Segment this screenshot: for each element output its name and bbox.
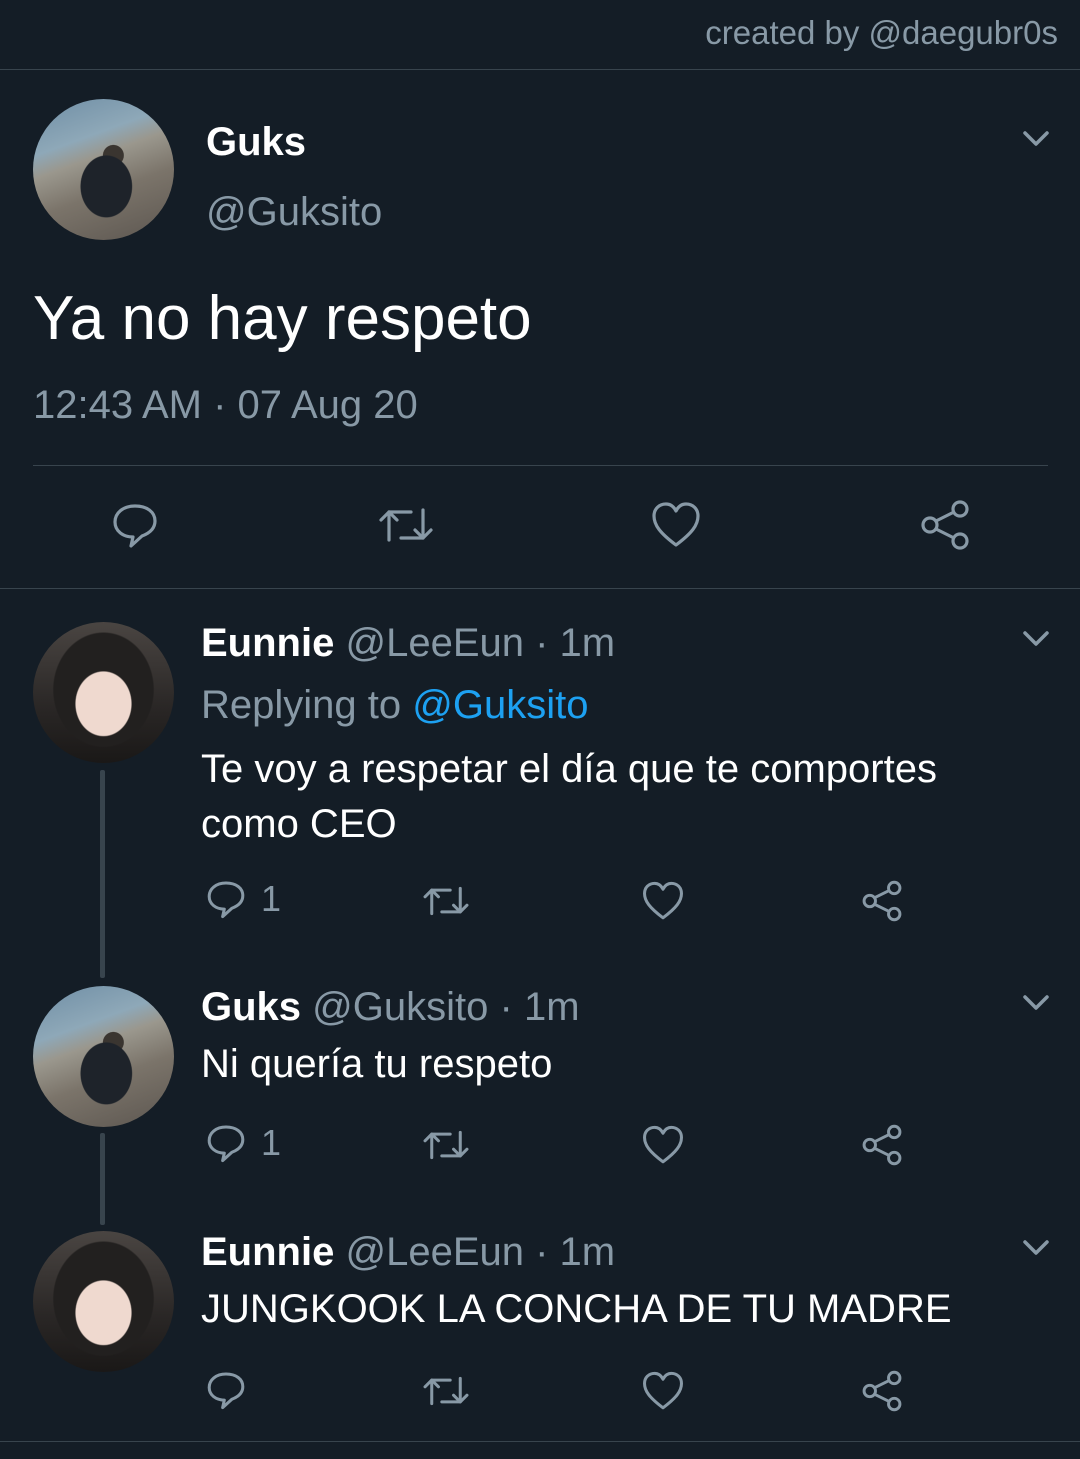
- author-name[interactable]: Eunnie: [201, 1230, 334, 1274]
- share-icon: [921, 500, 969, 550]
- tweet-text: Ni quería tu respeto: [201, 1042, 553, 1086]
- divider: [0, 1441, 1080, 1442]
- tweet-time: · 1m: [535, 621, 616, 665]
- thread-line: [100, 770, 105, 978]
- author-line: Eunnie @LeeEun · 1m: [201, 1230, 615, 1275]
- reply-icon: [207, 881, 245, 919]
- like-button[interactable]: [641, 1370, 685, 1412]
- like-button[interactable]: [650, 500, 702, 550]
- tweet-timestamp: 12:43 AM · 07 Aug 20: [33, 383, 418, 427]
- chevron-down-icon[interactable]: [1022, 130, 1050, 148]
- share-icon: [862, 1370, 902, 1412]
- retweet-button[interactable]: [420, 1124, 472, 1166]
- share-button[interactable]: [918, 500, 972, 550]
- retweet-button[interactable]: [375, 500, 437, 550]
- author-handle[interactable]: @LeeEun: [345, 621, 524, 665]
- reply-count: 1: [261, 878, 282, 919]
- reply-button[interactable]: 1: [205, 878, 281, 920]
- tweet-time: · 1m: [499, 985, 580, 1029]
- heart-icon: [652, 502, 700, 547]
- share-button[interactable]: [860, 1124, 904, 1166]
- reply-button[interactable]: [205, 1369, 247, 1411]
- author-name[interactable]: Eunnie: [201, 621, 334, 665]
- author-name[interactable]: Guks: [201, 985, 301, 1029]
- credit-text: created by @daegubr0s: [705, 14, 1058, 51]
- retweet-icon: [423, 1130, 469, 1160]
- reply-button[interactable]: [110, 500, 160, 550]
- replying-to-link[interactable]: @Guksito: [412, 683, 588, 727]
- tweet-text: JUNGKOOK LA CONCHA DE TU MADRE: [201, 1287, 952, 1331]
- tweet-time: · 1m: [535, 1230, 616, 1274]
- retweet-button[interactable]: [420, 1370, 472, 1412]
- reply-button[interactable]: 1: [205, 1122, 281, 1164]
- avatar[interactable]: [33, 99, 174, 240]
- reply-icon: [207, 1125, 245, 1163]
- share-button[interactable]: [860, 880, 904, 922]
- chevron-down-icon[interactable]: [1022, 1239, 1050, 1257]
- heart-icon: [643, 1371, 683, 1410]
- avatar[interactable]: [33, 1231, 174, 1372]
- share-button[interactable]: [860, 1370, 904, 1412]
- divider: [0, 588, 1080, 589]
- reply-icon: [113, 504, 157, 548]
- like-button[interactable]: [641, 1124, 685, 1166]
- tweet-text: Te voy a respetar el día que te comporte…: [201, 747, 937, 846]
- chevron-down-icon[interactable]: [1022, 630, 1050, 648]
- replying-prefix: Replying to: [201, 683, 402, 727]
- author-line: Guks @Guksito · 1m: [201, 985, 580, 1030]
- heart-icon: [643, 881, 683, 920]
- reply-count: 1: [261, 1122, 282, 1163]
- heart-icon: [643, 1125, 683, 1164]
- avatar[interactable]: [33, 622, 174, 763]
- chevron-down-icon[interactable]: [1022, 994, 1050, 1012]
- reply-icon: [207, 1372, 245, 1410]
- retweet-icon: [379, 508, 433, 542]
- retweet-icon: [423, 1376, 469, 1406]
- header-divider: [0, 69, 1080, 70]
- avatar[interactable]: [33, 986, 174, 1127]
- author-handle[interactable]: @Guksito: [206, 190, 382, 235]
- author-name[interactable]: Guks: [206, 120, 306, 165]
- retweet-button[interactable]: [420, 880, 472, 922]
- share-icon: [862, 880, 902, 922]
- thread-line: [100, 1133, 105, 1225]
- share-icon: [862, 1124, 902, 1166]
- like-button[interactable]: [641, 880, 685, 922]
- retweet-icon: [423, 886, 469, 916]
- divider: [33, 465, 1048, 466]
- author-handle[interactable]: @LeeEun: [345, 1230, 524, 1274]
- author-handle[interactable]: @Guksito: [312, 985, 488, 1029]
- tweet-text: Ya no hay respeto: [33, 284, 532, 353]
- replying-line: Replying to @Guksito: [201, 683, 588, 728]
- author-line: Eunnie @LeeEun · 1m: [201, 621, 615, 666]
